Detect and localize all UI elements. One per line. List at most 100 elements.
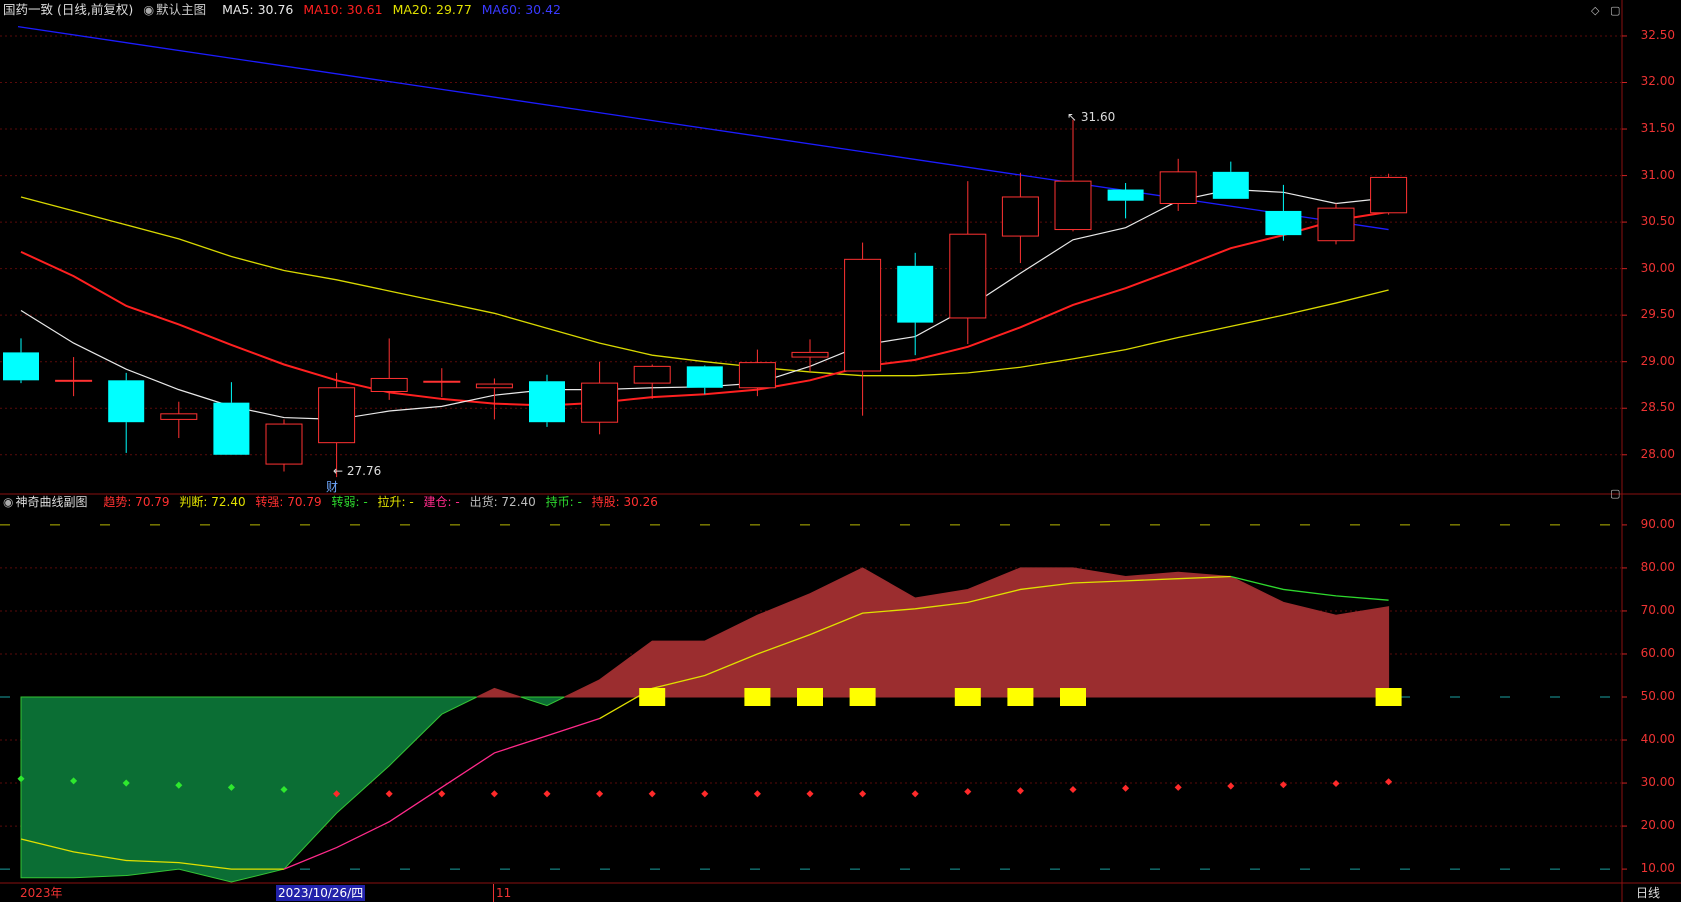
- candlestick[interactable]: [529, 374, 565, 427]
- indicator-dropdown[interactable]: ◉ 神奇曲线副图: [3, 495, 94, 509]
- candle-body-up: [1054, 180, 1092, 231]
- indicator-tick-label: 10.00: [1640, 861, 1675, 876]
- candle-body-up: [1001, 196, 1039, 237]
- stock-title[interactable]: 国药一致 (日线,前复权): [3, 2, 133, 17]
- candlestick[interactable]: [1212, 161, 1249, 199]
- ma-line-layer: [17, 26, 1389, 421]
- candlestick[interactable]: [475, 378, 513, 420]
- indicator-tick-label: 40.00: [1640, 732, 1675, 747]
- indicator-header: ◉ 神奇曲线副图 趋势: 70.79 判断: 72.40 转强: 70.79 转弱…: [0, 492, 664, 512]
- date-cursor-label: 2023/10/26/四: [276, 885, 366, 901]
- candlestick[interactable]: [633, 364, 671, 399]
- candle-body-down: [897, 265, 934, 323]
- candlestick[interactable]: [1370, 173, 1408, 215]
- candlestick[interactable]: [265, 419, 303, 472]
- signal-dot: [911, 790, 919, 798]
- bull-zone-fill: [564, 567, 1390, 698]
- ma5-label: MA5: 30.76: [222, 2, 294, 17]
- ship-value: 出货: 72.40: [469, 495, 536, 509]
- maximize-icon[interactable]: ▢: [1610, 4, 1620, 17]
- candle-layer[interactable]: [3, 119, 1408, 478]
- ship-marker: [1007, 688, 1034, 706]
- build-value: 建仓: -: [423, 495, 460, 509]
- indicator-tick-label: 60.00: [1640, 645, 1675, 660]
- ship-marker: [797, 688, 823, 706]
- candlestick[interactable]: [791, 339, 829, 372]
- ship-marker: [1375, 688, 1402, 706]
- signal-dot: [1122, 784, 1130, 792]
- candlestick[interactable]: [3, 338, 39, 384]
- ship-marker: [1060, 688, 1086, 706]
- indicator-tick-label: 90.00: [1640, 516, 1675, 531]
- signal-dot: [543, 790, 551, 798]
- ma60-label: MA60: 30.42: [481, 2, 561, 17]
- low-annotation: ← 27.76: [333, 464, 382, 478]
- candle-body-down: [213, 402, 250, 455]
- signal-dot: [1279, 781, 1287, 789]
- price-tick-label: 30.00: [1640, 260, 1675, 275]
- candlestick[interactable]: [370, 338, 408, 400]
- candle-body-up: [633, 365, 671, 384]
- chart-mode-dropdown[interactable]: ◉ 默认主图: [143, 2, 212, 17]
- candlestick[interactable]: [897, 252, 934, 356]
- candle-body-up: [160, 413, 198, 420]
- month-label: 11: [493, 884, 511, 902]
- main-chart-header: 国药一致 (日线,前复权) ◉ 默认主图 MA5: 30.76 MA10: 30.…: [0, 0, 567, 20]
- signal-dot: [596, 790, 604, 798]
- indicator-title: 神奇曲线副图: [15, 495, 88, 509]
- signal-dot: [1016, 787, 1024, 795]
- candle-body-up: [844, 258, 882, 372]
- signal-dot: [1069, 785, 1077, 794]
- signal-dot: [1174, 783, 1182, 791]
- candle-body-down: [686, 366, 723, 388]
- candlestick[interactable]: [318, 372, 356, 478]
- candlestick[interactable]: [1317, 203, 1355, 245]
- signal-dot: [701, 790, 709, 798]
- trend-value: 趋势: 70.79: [103, 495, 170, 509]
- sub-maximize-icon[interactable]: ▢: [1610, 487, 1620, 500]
- candlestick[interactable]: [1265, 184, 1302, 241]
- period-label[interactable]: 日线: [1636, 884, 1660, 902]
- candle-body-up: [1159, 171, 1197, 204]
- candle-body-up: [791, 351, 829, 358]
- ship-marker: [849, 688, 876, 706]
- candlestick[interactable]: [844, 242, 882, 416]
- low-value: 27.76: [346, 464, 382, 478]
- price-tick-label: 31.50: [1640, 121, 1675, 136]
- candle-body-up: [423, 380, 461, 383]
- candlestick[interactable]: [949, 181, 987, 345]
- diamond-icon[interactable]: ◇: [1591, 4, 1599, 17]
- candlestick[interactable]: [213, 382, 250, 455]
- chart-mode-label: 默认主图: [156, 2, 207, 17]
- ma20-label: MA20: 29.77: [392, 2, 472, 17]
- ship-marker: [744, 688, 771, 706]
- price-tick-label: 28.00: [1640, 446, 1675, 461]
- indicator-tick-label: 50.00: [1640, 689, 1675, 703]
- bull-zone-fill: [476, 687, 521, 698]
- high-annotation: ↖ 31.60: [1067, 110, 1116, 124]
- bear-zone-fill: [520, 696, 565, 707]
- candlestick[interactable]: [1159, 158, 1197, 211]
- signal-dot: [964, 788, 972, 796]
- candlestick[interactable]: [108, 372, 145, 453]
- finance-badge[interactable]: 财: [326, 478, 338, 495]
- signal-dot: [1227, 782, 1235, 790]
- indicator-tick-label: 70.00: [1640, 602, 1675, 617]
- candlestick[interactable]: [686, 365, 723, 395]
- indicator-tick-label: 80.00: [1640, 559, 1675, 574]
- candle-body-up: [55, 379, 93, 382]
- candlestick[interactable]: [423, 368, 461, 398]
- candle-body-up: [581, 382, 619, 423]
- ma20-line: [20, 196, 1389, 377]
- candlestick[interactable]: [55, 357, 93, 397]
- candlestick[interactable]: [581, 361, 619, 435]
- candlestick[interactable]: [1001, 172, 1039, 264]
- judge-value: 判断: 72.40: [179, 495, 246, 509]
- candle-body-down: [1107, 189, 1144, 201]
- candlestick[interactable]: [160, 401, 198, 439]
- candlestick[interactable]: [738, 349, 776, 397]
- candle-body-up: [318, 387, 356, 444]
- ship-marker: [954, 688, 981, 706]
- chart-canvas: [0, 0, 1681, 902]
- price-tick-label: 29.00: [1640, 353, 1675, 368]
